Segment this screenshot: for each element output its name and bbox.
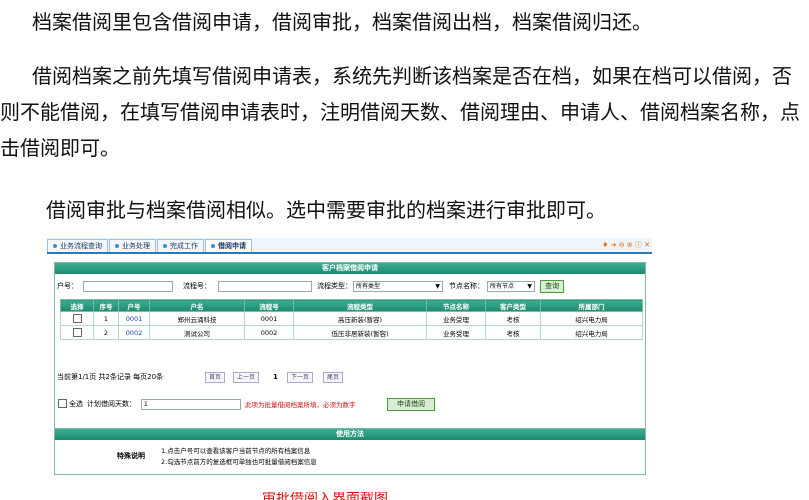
row-checkbox[interactable] [60,325,94,340]
cell: 绍兴电力局 [540,311,643,326]
flow-type-label: 流程类型： [317,282,352,290]
usage-panel: 使用方法 特殊说明 1.点击户号可以查看该客户当前节点的所有档案信息 2.勾选节… [54,428,646,475]
cell: 0001 [244,311,294,326]
cell: 业务受理 [426,325,486,340]
prev-page-button[interactable]: 上一页 [233,372,260,383]
checkbox-icon[interactable] [72,314,82,323]
col-header: 流程类型 [293,299,427,312]
chevron-down-icon: ▼ [527,283,532,290]
tab-label: 业务处理 [122,242,150,250]
archive-table: 选择 序号 户号 户名 流程号 流程类型 节点名称 客户类型 所属部门 1 00… [60,299,643,340]
tab-dot-icon [163,244,167,248]
cell: 业务受理 [426,311,486,326]
usage-title: 使用方法 [55,429,645,440]
col-header: 序号 [93,299,119,312]
borrow-apply-panel: 客户档案借阅申请 户号： 流程号： 流程类型： 所有类型 ▼ 节点名称： 所有节点… [54,262,646,429]
col-header: 选择 [60,299,94,312]
pager-info: 当前第1/1页 共2条记录 每页20条 [57,373,164,381]
cell: 1 [93,311,119,326]
cell: 0002 [244,325,294,340]
node-label: 节点名称： [449,282,484,290]
tab-dot-icon [211,244,215,248]
col-header: 客户类型 [485,299,541,312]
tab-borrow-apply[interactable]: 借阅申请 [205,239,252,252]
cell: 低压非居新装(暂容) [293,325,427,340]
days-label: 计划借阅天数： [87,400,136,408]
current-page: 1 [273,373,278,381]
select-all-checkbox[interactable] [58,399,67,408]
account-link[interactable]: 0002 [118,325,150,340]
tab-dot-icon [53,244,57,248]
window-tool-icons[interactable]: ♦ ➔ ⊖ ⊕ ⓘ ✕ [602,240,650,250]
embedded-screenshot: 业务流程查询 业务处理 完成工作 借阅申请 ♦ ➔ ⊖ ⊕ ⓘ ✕ 客户档案借阅… [47,238,652,493]
account-input[interactable] [83,281,173,292]
cell: 考核 [485,311,541,326]
first-page-button[interactable]: 首页 [205,372,226,383]
cell: 测试公司 [149,325,245,340]
search-bar: 户号： 流程号： 流程类型： 所有类型 ▼ 节点名称： 所有节点 ▼ 查询 [55,280,645,293]
cell: 2 [93,325,119,340]
usage-label: 特殊说明 [117,452,145,460]
flow-no-input[interactable] [218,281,312,292]
account-label: 户号： [57,282,78,290]
cell: 考核 [485,325,541,340]
col-header: 户号 [118,299,150,312]
tab-business[interactable]: 业务处理 [109,239,156,252]
table-header-row: 选择 序号 户号 户名 流程号 流程类型 节点名称 客户类型 所属部门 [60,299,643,312]
flow-type-value: 所有类型 [356,283,381,290]
batch-apply-bar: 全选 计划借阅天数： 1 此项为批量借阅档案所填，必须为数字 申请借阅 [55,397,645,411]
paragraph-3: 借阅审批与档案借阅相似。选中需要审批的档案进行审批即可。 [46,198,606,222]
usage-line-1: 1.点击户号可以查看该客户当前节点的所有档案信息 [161,447,311,455]
usage-line-2: 2.勾选节点前方的复选框可单独也可批量借阅档案信息 [161,458,317,466]
node-value: 所有节点 [490,283,515,290]
col-header: 户名 [149,299,245,312]
figure-caption: 审批借阅入界面截图 [262,492,388,500]
chevron-down-icon: ▼ [435,283,440,290]
tab-bar: 业务流程查询 业务处理 完成工作 借阅申请 ♦ ➔ ⊖ ⊕ ⓘ ✕ [47,238,652,254]
paragraph-1: 档案借阅里包含借阅申请，借阅审批，档案借阅出档，档案借阅归还。 [32,10,652,34]
col-header: 节点名称 [426,299,486,312]
tab-completed[interactable]: 完成工作 [157,239,204,252]
cell: 郑州云涌科技 [149,311,245,326]
table-row: 1 0001 郑州云涌科技 0001 高压新装(暂容) 业务受理 考核 绍兴电力… [60,311,643,326]
panel-title: 客户档案借阅申请 [55,263,645,274]
table-row: 2 0002 测试公司 0002 低压非居新装(暂容) 业务受理 考核 绍兴电力… [60,325,643,340]
account-link[interactable]: 0001 [118,311,150,326]
cell: 高压新装(暂容) [293,311,427,326]
tab-label: 借阅申请 [218,242,246,250]
apply-borrow-button[interactable]: 申请借阅 [387,398,435,411]
last-page-button[interactable]: 尾页 [323,372,344,383]
flow-type-select[interactable]: 所有类型 ▼ [353,281,443,292]
flow-no-label: 流程号： [183,282,211,290]
row-checkbox[interactable] [60,311,94,326]
tab-dot-icon [115,244,119,248]
tab-process-query[interactable]: 业务流程查询 [47,239,108,252]
query-button[interactable]: 查询 [540,280,564,293]
col-header: 所属部门 [540,299,643,312]
cell: 绍兴电力局 [540,325,643,340]
days-input[interactable]: 1 [141,399,241,410]
tab-label: 完成工作 [170,242,198,250]
tab-label: 业务流程查询 [60,242,102,250]
paragraph-2: 借阅档案之前先填写借阅申请表，系统先判断该档案是否在档，如果在档可以借阅，否则不… [0,64,800,160]
batch-warning-text: 此项为批量借阅档案所填，必须为数字 [245,401,356,409]
node-select[interactable]: 所有节点 ▼ [487,281,535,292]
select-all-label: 全选 [69,400,83,408]
col-header: 流程号 [244,299,294,312]
pagination: 当前第1/1页 共2条记录 每页20条 首页 上一页 1 下一页 尾页 [55,371,645,383]
next-page-button[interactable]: 下一页 [287,372,314,383]
checkbox-icon[interactable] [72,328,82,337]
